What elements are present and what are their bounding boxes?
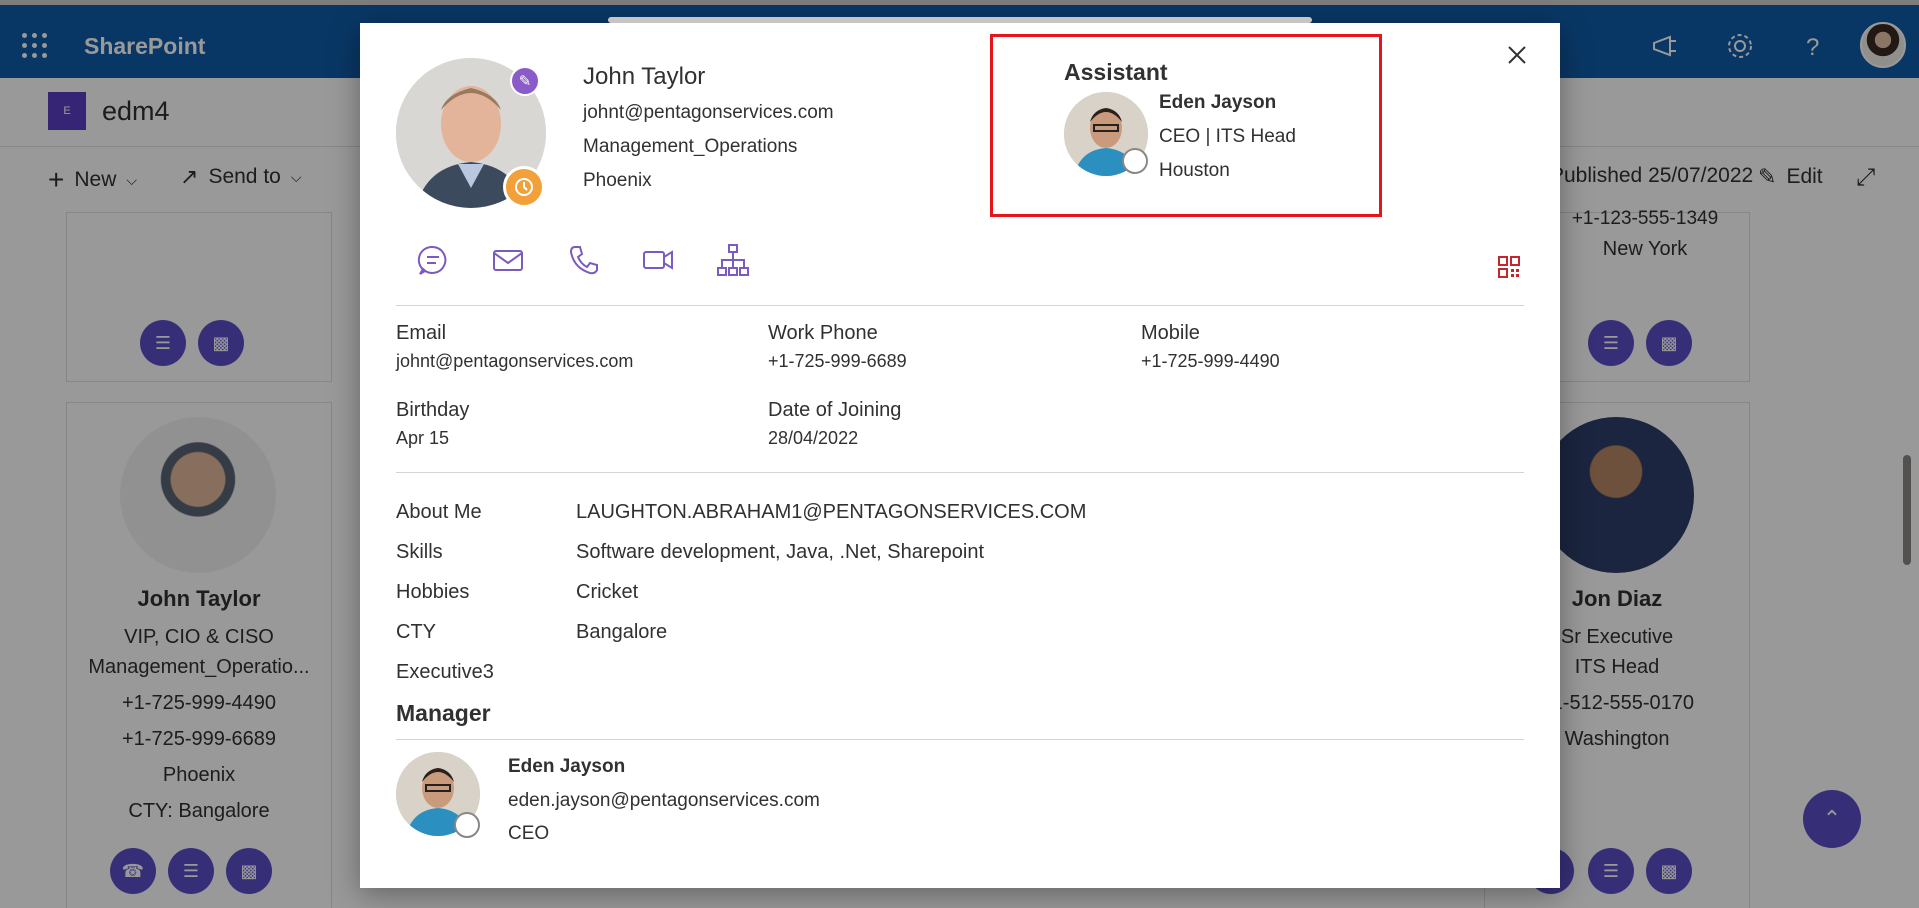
close-icon[interactable] (1502, 40, 1532, 70)
offline-presence-icon (1122, 148, 1148, 174)
doj-label: Date of Joining (768, 399, 902, 421)
birthday-value: Apr 15 (396, 428, 450, 448)
birthday-label: Birthday (396, 399, 470, 421)
cty-label: CTY (396, 621, 436, 643)
mail-icon[interactable] (490, 242, 526, 278)
doj-value: 28/04/2022 (768, 428, 859, 448)
assistant-title: CEO | ITS Head (1159, 126, 1296, 147)
divider (396, 305, 1524, 306)
profile-location: Phoenix (583, 170, 652, 191)
email-value[interactable]: johnt@pentagonservices.com (396, 351, 633, 372)
phone-icon[interactable] (565, 242, 601, 278)
chat-icon[interactable] (415, 242, 451, 278)
manager-title: CEO (508, 823, 550, 844)
manager-name[interactable]: Eden Jayson (508, 756, 625, 778)
assistant-heading: Assistant (1064, 59, 1168, 85)
cty-value: Bangalore (576, 621, 668, 643)
skills-label: Skills (396, 541, 443, 563)
divider (396, 472, 1524, 473)
manager-heading: Manager (396, 700, 491, 726)
away-presence-icon (503, 166, 545, 208)
offline-presence-icon (454, 812, 480, 838)
assistant-location: Houston (1159, 160, 1230, 181)
qr-code-icon[interactable] (1498, 256, 1520, 278)
manager-email[interactable]: eden.jayson@pentagonservices.com (508, 790, 820, 812)
work-phone-label: Work Phone (768, 322, 878, 344)
assistant-name[interactable]: Eden Jayson (1159, 92, 1276, 114)
mobile-value[interactable]: +1-725-999-4490 (1141, 351, 1280, 372)
profile-name: John Taylor (583, 63, 706, 90)
profile-email[interactable]: johnt@pentagonservices.com (583, 102, 834, 124)
profile-department: Management_Operations (583, 136, 798, 157)
about-me-value: LAUGHTON.ABRAHAM1@PENTAGONSERVICES.COM (576, 501, 1087, 523)
skills-value: Software development, Java, .Net, Sharep… (576, 541, 985, 563)
dialog-scroll-indicator (608, 17, 1312, 23)
about-me-label: About Me (396, 501, 482, 523)
mobile-label: Mobile (1141, 322, 1200, 344)
video-icon[interactable] (640, 242, 676, 278)
work-phone-value[interactable]: +1-725-999-6689 (768, 351, 907, 372)
email-label: Email (396, 322, 447, 344)
edit-photo-icon[interactable]: ✎ (510, 66, 540, 96)
hobbies-value: Cricket (576, 581, 639, 603)
org-chart-icon[interactable] (715, 242, 751, 278)
divider (396, 739, 1524, 740)
hobbies-label: Hobbies (396, 581, 470, 603)
executive3-label: Executive3 (396, 661, 494, 683)
